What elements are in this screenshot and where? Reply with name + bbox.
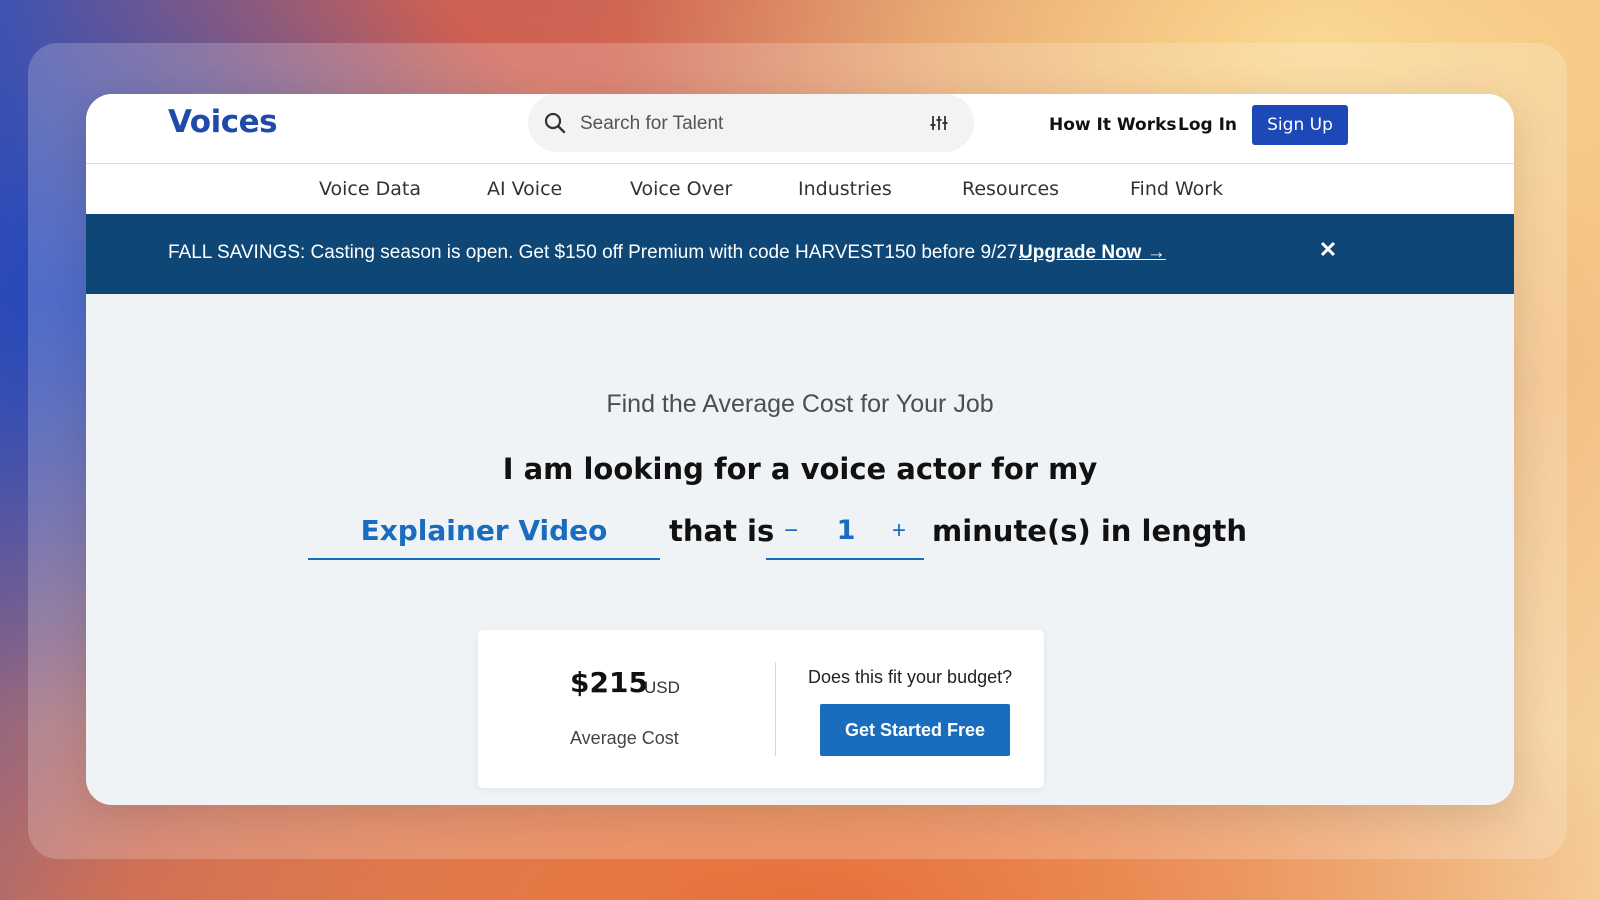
promo-text: FALL SAVINGS: Casting season is open. Ge… — [168, 242, 1023, 263]
search-icon[interactable] — [544, 112, 566, 139]
how-it-works-link[interactable]: How It Works — [1049, 115, 1177, 135]
average-price: $215 — [570, 666, 648, 699]
minutes-stepper[interactable]: − 1 + — [766, 504, 924, 560]
nav-item-industries[interactable]: Industries — [798, 178, 892, 200]
increment-button[interactable]: + — [884, 516, 914, 546]
top-header: Voices How It Works L — [86, 94, 1514, 164]
main-nav: Voice Data AI Voice Voice Over Industrie… — [86, 164, 1514, 214]
upgrade-now-link[interactable]: Upgrade Now → — [1019, 242, 1166, 264]
filter-sliders-icon[interactable] — [930, 114, 948, 137]
search-bar[interactable] — [528, 94, 974, 152]
browser-page: Voices How It Works L — [86, 94, 1514, 805]
card-divider — [775, 662, 776, 756]
that-is-label: that is — [669, 514, 775, 548]
estimate-card: $215 USD Average Cost Does this fit your… — [478, 630, 1044, 788]
section-subtitle: Find the Average Cost for Your Job — [606, 390, 994, 418]
currency-label: USD — [644, 678, 680, 697]
nav-item-voice-over[interactable]: Voice Over — [630, 178, 732, 200]
voices-logo[interactable]: Voices — [168, 104, 278, 140]
log-in-link[interactable]: Log In — [1178, 115, 1237, 135]
sign-up-button[interactable]: Sign Up — [1252, 105, 1348, 145]
get-started-free-button[interactable]: Get Started Free — [820, 704, 1010, 756]
length-label: minute(s) in length — [932, 514, 1248, 548]
close-icon[interactable]: ✕ — [1314, 236, 1342, 264]
nav-item-resources[interactable]: Resources — [962, 178, 1059, 200]
minutes-value[interactable]: 1 — [821, 504, 871, 558]
budget-question: Does this fit your budget? — [808, 667, 1013, 687]
search-input[interactable] — [578, 108, 912, 140]
page-headline: I am looking for a voice actor for my — [502, 452, 1098, 486]
promo-banner: FALL SAVINGS: Casting season is open. Ge… — [86, 214, 1514, 294]
decrement-button[interactable]: − — [776, 516, 806, 546]
nav-item-ai-voice[interactable]: AI Voice — [487, 178, 562, 200]
job-type-select[interactable]: Explainer Video — [308, 504, 660, 560]
average-cost-label: Average Cost — [570, 728, 679, 748]
nav-item-find-work[interactable]: Find Work — [1130, 178, 1223, 200]
nav-item-voice-data[interactable]: Voice Data — [319, 178, 421, 200]
